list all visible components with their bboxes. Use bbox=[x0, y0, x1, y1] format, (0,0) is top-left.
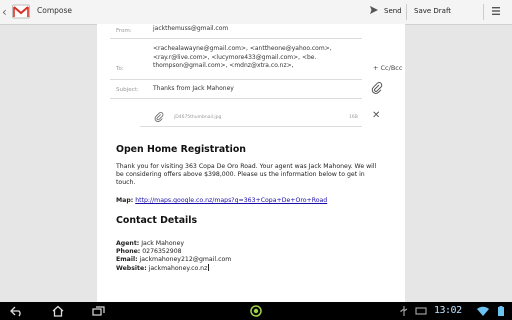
to-recipients-line: <rachealawayne@gmail.com>, <anttheone@ya… bbox=[153, 45, 332, 52]
phone-row: Phone: 0276352908 bbox=[116, 248, 401, 256]
paragraph-line: touch. bbox=[116, 179, 136, 186]
map-line: Map: http://maps.google.co.nz/maps?q=363… bbox=[116, 197, 401, 205]
overflow-menu-icon[interactable] bbox=[490, 5, 502, 17]
agent-value: Jack Mahoney bbox=[141, 240, 185, 247]
to-recipients-line: <ray.r@live.com>, <lucymore433@gmail.com… bbox=[153, 53, 317, 61]
phone-value: 0276352908 bbox=[142, 248, 182, 255]
text-cursor bbox=[208, 264, 210, 271]
recent-apps-icon[interactable] bbox=[92, 305, 106, 317]
email-row: Email: jackmahoney212@gmail.com bbox=[116, 256, 401, 264]
divider bbox=[110, 79, 362, 80]
heading-open-home: Open Home Registration bbox=[116, 144, 246, 155]
usb-notification-icon[interactable] bbox=[397, 305, 411, 317]
subject-label: Subject: bbox=[116, 87, 139, 93]
status-clock[interactable]: 13:02 bbox=[434, 305, 462, 316]
action-divider bbox=[483, 4, 484, 20]
divider bbox=[140, 126, 362, 127]
screen-title: Compose bbox=[37, 6, 73, 15]
map-label: Map: bbox=[116, 197, 134, 204]
send-icon[interactable] bbox=[369, 5, 379, 15]
divider bbox=[110, 38, 362, 39]
back-icon[interactable] bbox=[10, 305, 24, 317]
attachment-size: 16B bbox=[349, 115, 358, 120]
contact-block[interactable]: Agent: Jack Mahoney Phone: 0276352908 Em… bbox=[116, 240, 401, 273]
to-recipients-line: thompson@gmail.com>, <mdnz@xtra.co.nz>, bbox=[153, 62, 294, 70]
from-value[interactable]: jackthemuss@gmail.com bbox=[153, 25, 228, 34]
website-row: Website: jackmahoney.co.nz bbox=[116, 264, 401, 273]
to-field[interactable]: <rachealawayne@gmail.com>, <anttheone@ya… bbox=[153, 45, 332, 71]
send-button[interactable]: Send bbox=[384, 7, 402, 15]
save-draft-button[interactable]: Save Draft bbox=[414, 7, 451, 15]
battery-icon bbox=[498, 306, 504, 316]
wifi-icon bbox=[477, 306, 489, 316]
paragraph-line: be considering offers above $398,000. Pl… bbox=[116, 171, 365, 178]
attachment-name: jD4675thumbnail.jpg bbox=[174, 115, 222, 120]
cc-bcc-button[interactable]: + Cc/Bcc bbox=[373, 64, 402, 72]
website-value: jackmahoney.co.nz bbox=[148, 265, 208, 272]
to-label: To: bbox=[116, 66, 124, 72]
attach-icon[interactable] bbox=[371, 82, 383, 94]
message-paragraph[interactable]: Thank you for visiting 363 Copa De Oro R… bbox=[116, 163, 401, 187]
back-chevron-icon[interactable]: ‹ bbox=[2, 5, 7, 19]
ime-indicator-icon[interactable] bbox=[249, 305, 263, 317]
website-label: Website: bbox=[116, 265, 147, 272]
subject-input[interactable]: Thanks from Jack Mahoney bbox=[153, 85, 234, 94]
system-nav-bar: 13:02 bbox=[0, 302, 512, 320]
action-bar: ‹ Compose Send Save Draft bbox=[0, 0, 512, 25]
divider bbox=[110, 98, 362, 99]
gmail-logo-icon[interactable] bbox=[12, 4, 30, 19]
from-label: From: bbox=[116, 28, 132, 34]
remove-attachment-icon[interactable]: ✕ bbox=[372, 110, 380, 121]
agent-row: Agent: Jack Mahoney bbox=[116, 240, 401, 248]
home-icon[interactable] bbox=[51, 305, 65, 317]
phone-label: Phone: bbox=[116, 248, 141, 255]
email-value: jackmahoney212@gmail.com bbox=[139, 256, 232, 263]
attachment-clip-icon bbox=[154, 112, 164, 122]
agent-label: Agent: bbox=[116, 240, 140, 247]
email-label: Email: bbox=[116, 256, 138, 263]
heading-contact-details: Contact Details bbox=[116, 215, 198, 226]
action-divider bbox=[406, 4, 407, 20]
map-link[interactable]: http://maps.google.co.nz/maps?q=363+Copa… bbox=[135, 197, 327, 204]
notification-icon[interactable] bbox=[414, 305, 428, 317]
paragraph-line: Thank you for visiting 363 Copa De Oro R… bbox=[116, 163, 377, 170]
